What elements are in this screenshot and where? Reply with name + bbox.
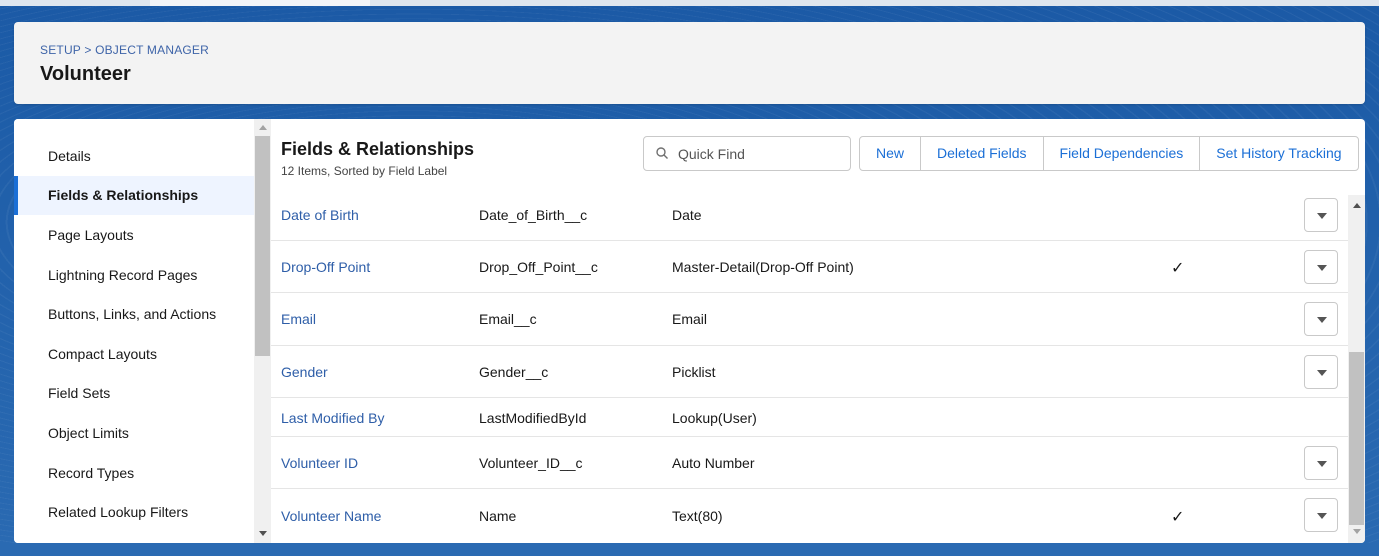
fields-panel: Fields & Relationships 12 Items, Sorted … [271, 119, 1365, 543]
field-label-link[interactable]: Last Modified By [281, 410, 385, 426]
field-api-name: Email__c [479, 311, 537, 327]
indexed-check-icon: ✓ [1171, 509, 1185, 526]
sidebar-item-buttons-links-actions[interactable]: Buttons, Links, and Actions [14, 295, 254, 334]
field-api-name: LastModifiedById [479, 410, 587, 426]
sidebar-scrollbar-thumb[interactable] [255, 136, 270, 356]
sidebar-item-fields-relationships[interactable]: Fields & Relationships [14, 176, 254, 215]
sidebar-item-lightning-record-pages[interactable]: Lightning Record Pages [14, 256, 254, 295]
field-label-link[interactable]: Gender [281, 364, 328, 380]
row-actions-button[interactable] [1304, 198, 1338, 232]
chevron-down-icon [1317, 461, 1327, 467]
sidebar-scroll-down-icon[interactable] [259, 531, 267, 536]
table-scrollbar-thumb[interactable] [1349, 352, 1364, 525]
field-dependencies-button[interactable]: Field Dependencies [1044, 137, 1201, 170]
row-actions-button[interactable] [1304, 446, 1338, 480]
table-row: Email Email__c Email [271, 293, 1348, 346]
field-data-type: Date [672, 207, 702, 223]
sidebar-item-record-types[interactable]: Record Types [14, 454, 254, 493]
section-title: Fields & Relationships [281, 139, 475, 159]
field-label-link[interactable]: Volunteer Name [281, 508, 381, 524]
field-label-link[interactable]: Drop-Off Point [281, 259, 370, 275]
set-history-tracking-button[interactable]: Set History Tracking [1200, 137, 1357, 170]
table-row: Gender Gender__c Picklist [271, 346, 1348, 398]
action-button-group: New Deleted Fields Field Dependencies Se… [859, 136, 1359, 171]
sidebar: Details Fields & Relationships Page Layo… [14, 119, 254, 543]
sidebar-item-field-sets[interactable]: Field Sets [14, 374, 254, 413]
field-api-name: Name [479, 508, 517, 524]
deleted-fields-button[interactable]: Deleted Fields [921, 137, 1044, 170]
table-row: Volunteer ID Volunteer_ID__c Auto Number [271, 437, 1348, 489]
row-actions-button[interactable] [1304, 498, 1338, 532]
tab-stub [150, 0, 370, 6]
quick-find-box[interactable] [643, 136, 851, 171]
sidebar-scroll-up-icon[interactable] [259, 125, 267, 130]
field-label-link[interactable]: Date of Birth [281, 207, 359, 223]
breadcrumb[interactable]: SETUP > OBJECT MANAGER [40, 43, 209, 57]
field-data-type: Picklist [672, 364, 716, 380]
field-api-name: Drop_Off_Point__c [479, 259, 598, 275]
main-card: Details Fields & Relationships Page Layo… [14, 119, 1365, 543]
field-api-name: Gender__c [479, 364, 549, 380]
field-data-type: Email [672, 311, 708, 327]
sidebar-item-related-lookup-filters[interactable]: Related Lookup Filters [14, 493, 254, 532]
field-data-type: Master-Detail(Drop-Off Point) [672, 259, 854, 275]
field-label-link[interactable]: Email [281, 311, 316, 327]
section-subtitle: 12 Items, Sorted by Field Label [281, 164, 448, 178]
sidebar-item-page-layouts[interactable]: Page Layouts [14, 216, 254, 255]
field-label-link[interactable]: Volunteer ID [281, 455, 358, 471]
sidebar-item-object-limits[interactable]: Object Limits [14, 414, 254, 453]
chevron-down-icon [1317, 265, 1327, 271]
bottom-band [0, 543, 1379, 556]
sidebar-item-details[interactable]: Details [14, 137, 254, 176]
field-api-name: Volunteer_ID__c [479, 455, 583, 471]
table-scroll-up-icon[interactable] [1353, 203, 1361, 208]
field-data-type: Auto Number [672, 455, 755, 471]
chevron-down-icon [1317, 513, 1327, 519]
browser-strip [0, 0, 1379, 6]
row-actions-button[interactable] [1304, 302, 1338, 336]
field-data-type: Lookup(User) [672, 410, 757, 426]
chevron-down-icon [1317, 213, 1327, 219]
row-actions-button[interactable] [1304, 355, 1338, 389]
table-scroll-down-icon[interactable] [1353, 529, 1361, 534]
field-api-name: Date_of_Birth__c [479, 207, 588, 223]
new-button[interactable]: New [860, 137, 922, 170]
quick-find-input[interactable] [678, 144, 838, 164]
table-row: Drop-Off Point Drop_Off_Point__c Master-… [271, 241, 1348, 293]
table-row: Date of Birth Date_of_Birth__c Date [271, 195, 1348, 241]
indexed-check-icon: ✓ [1171, 260, 1185, 277]
page-header: SETUP > OBJECT MANAGER Volunteer [14, 22, 1365, 104]
row-actions-button[interactable] [1304, 250, 1338, 284]
search-icon [656, 147, 668, 159]
table-row: Last Modified By LastModifiedById Lookup… [271, 398, 1348, 437]
field-data-type: Text(80) [672, 508, 723, 524]
chevron-down-icon [1317, 317, 1327, 323]
table-row: Volunteer Name Name Text(80) ✓ [271, 489, 1348, 543]
sidebar-item-compact-layouts[interactable]: Compact Layouts [14, 335, 254, 374]
chevron-down-icon [1317, 370, 1327, 376]
page-title: Volunteer [40, 63, 131, 85]
